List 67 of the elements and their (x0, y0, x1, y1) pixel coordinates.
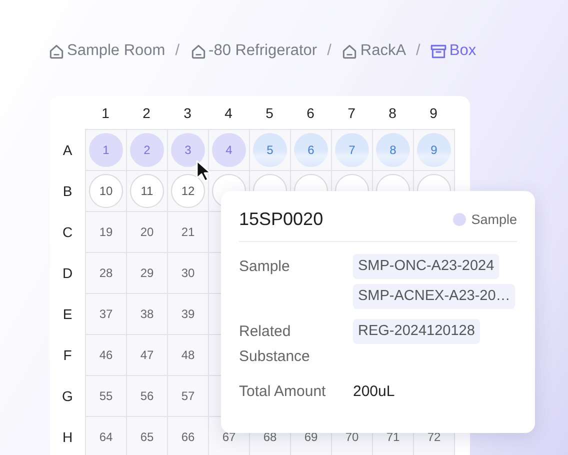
column-header: 8 (388, 104, 398, 122)
legend-label: Sample (471, 212, 517, 227)
house-icon (341, 42, 358, 60)
row-header: G (61, 386, 74, 406)
well[interactable]: 10 (89, 174, 123, 208)
column-header: 4 (224, 104, 234, 122)
well[interactable]: 12 (171, 174, 205, 208)
row-header: B (62, 182, 74, 200)
breadcrumb-separator: / (416, 42, 420, 60)
field-label: Related Substance (239, 322, 311, 367)
plate-cell[interactable]: 55 (85, 375, 127, 417)
plate-cell[interactable]: 57 (167, 375, 209, 417)
row-header: F (62, 346, 73, 364)
plate-cell[interactable]: 37 (85, 293, 127, 335)
row-header: H (61, 428, 74, 446)
breadcrumb-separator: / (327, 42, 332, 60)
plate-cell[interactable]: 19 (85, 211, 127, 253)
field-value: 200uL (353, 382, 395, 402)
plate-cell[interactable]: 56 (126, 375, 168, 417)
well[interactable]: 2 (130, 133, 164, 167)
breadcrumb-separator: / (175, 42, 180, 60)
well[interactable]: 3 (171, 133, 205, 167)
column-header: 6 (306, 104, 316, 122)
well[interactable]: 11 (130, 174, 164, 208)
house-icon (48, 42, 65, 60)
sample-tag[interactable]: SMP-ACNEX-A23-20… (353, 284, 516, 309)
plate-cell[interactable]: 29 (126, 252, 168, 294)
column-header: 3 (182, 104, 192, 122)
popup-title: 15SP0020 (239, 209, 324, 230)
plate-cell[interactable]: 21 (167, 211, 209, 253)
column-header: 7 (346, 104, 356, 122)
well[interactable]: 9 (417, 133, 451, 167)
row-header: D (61, 264, 74, 282)
plate-cell[interactable]: 39 (167, 293, 209, 335)
breadcrumb-link[interactable]: Sample Room (48, 42, 166, 60)
row-header: C (61, 222, 74, 242)
house-icon (190, 42, 207, 60)
field-label: Sample (239, 257, 291, 277)
well[interactable]: 8 (376, 133, 410, 167)
field-label: Total Amount (239, 382, 327, 402)
plate-cell[interactable]: 48 (167, 334, 209, 376)
column-header: 2 (142, 104, 152, 122)
column-header: 9 (428, 104, 438, 122)
plate-cell[interactable]: 30 (167, 252, 209, 294)
plate-cell[interactable]: 65 (126, 416, 168, 455)
row-header: E (62, 304, 74, 324)
substance-tag[interactable]: REG-2024120128 (353, 319, 480, 344)
breadcrumb-link[interactable]: RackA (341, 42, 406, 60)
column-header: 1 (100, 104, 110, 122)
well[interactable]: 1 (89, 133, 123, 167)
plate-cell[interactable]: 46 (85, 334, 127, 376)
well[interactable]: 4 (212, 133, 246, 167)
well[interactable]: 6 (294, 133, 328, 167)
plate-cell[interactable]: 20 (126, 211, 168, 253)
sample-tag[interactable]: SMP-ONC-A23-2024 (353, 254, 500, 279)
well[interactable]: 7 (335, 133, 369, 167)
plate-cell[interactable]: 38 (126, 293, 168, 335)
row-header: A (62, 140, 74, 160)
plate-cell[interactable]: 66 (167, 416, 209, 455)
column-header: 5 (264, 104, 274, 122)
plate-cell[interactable]: 47 (126, 334, 168, 376)
breadcrumb-link[interactable]: -80 Refrigerator (190, 42, 318, 60)
breadcrumb-link[interactable]: Box (430, 42, 476, 60)
plate-cell[interactable]: 64 (85, 416, 127, 455)
plate-cell[interactable]: 28 (85, 252, 127, 294)
well[interactable]: 5 (253, 133, 287, 167)
archive-box-icon (430, 42, 448, 60)
